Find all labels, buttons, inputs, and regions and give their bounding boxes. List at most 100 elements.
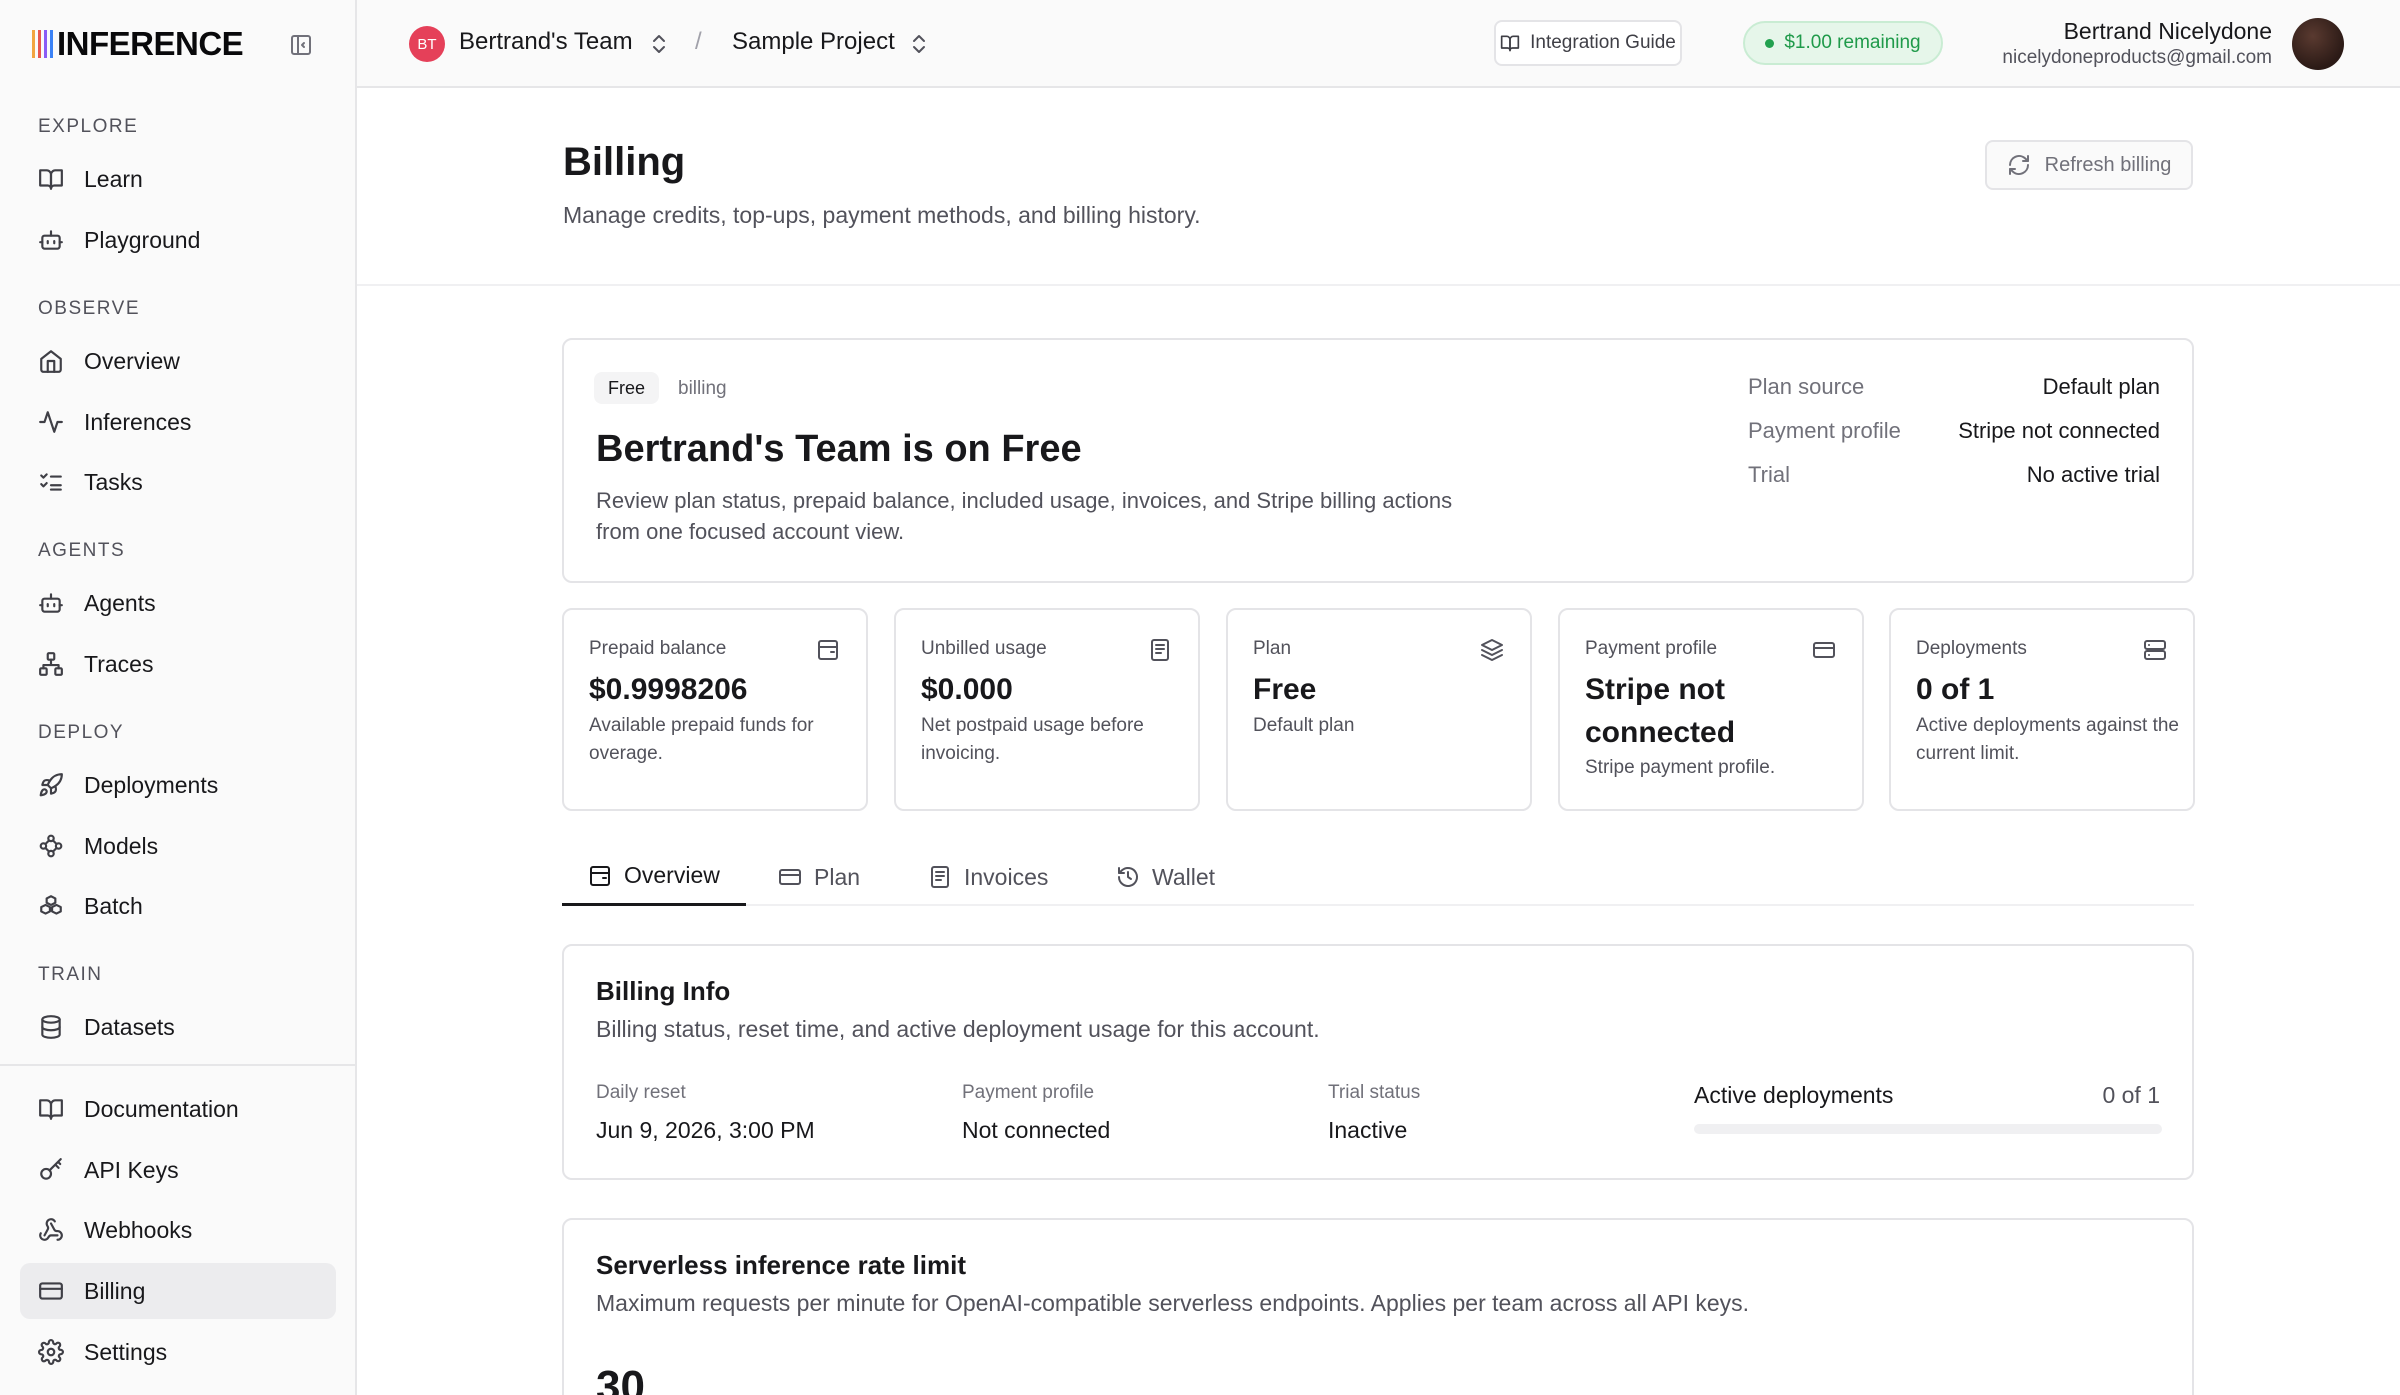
sidebar-item-api-keys[interactable]: API Keys	[20, 1142, 336, 1198]
sidebar-item-label: Inferences	[84, 408, 192, 435]
stat-value: $0.9998206	[589, 673, 748, 706]
tab-wallet[interactable]: Wallet	[1090, 848, 1241, 906]
sidebar-item-datasets[interactable]: Datasets	[20, 999, 336, 1055]
plan-source-label: Plan source	[1748, 374, 1865, 399]
page-header: Billing Manage credits, top-ups, payment…	[357, 88, 2400, 286]
user-email: nicelydoneproducts@gmail.com	[2002, 47, 2272, 68]
sidebar-item-billing[interactable]: Billing	[20, 1263, 336, 1319]
stat-label: Deployments	[1916, 638, 2027, 659]
trial-status-value: Inactive	[1328, 1117, 1408, 1143]
chevrons-up-down-icon[interactable]	[909, 32, 929, 56]
home-icon	[40, 350, 62, 373]
tab-label: Overview	[624, 862, 720, 888]
integration-guide-label: Integration Guide	[1530, 32, 1676, 53]
sidebar-item-label: Billing	[84, 1277, 146, 1304]
stat-label: Prepaid balance	[589, 638, 727, 659]
sidebar-item-label: Webhooks	[84, 1216, 193, 1243]
plan-tag-secondary: billing	[678, 378, 727, 399]
rate-limit-subtitle: Maximum requests per minute for OpenAI-c…	[596, 1290, 1750, 1316]
sidebar-item-inferences[interactable]: Inferences	[20, 394, 336, 450]
sidebar-item-settings[interactable]: Settings	[20, 1324, 336, 1380]
sidebar-item-traces[interactable]: Traces	[20, 636, 336, 692]
sidebar-item-deployments[interactable]: Deployments	[20, 757, 336, 813]
chevrons-up-down-icon[interactable]	[649, 32, 669, 56]
gear-icon	[38, 1339, 64, 1365]
billing-tabs: Overview Plan Invoices Wallet	[562, 848, 2194, 906]
sidebar-item-webhooks[interactable]: Webhooks	[20, 1202, 336, 1258]
sidebar: INFERENCE EXPLORE Learn Playground OBSER…	[0, 0, 357, 1395]
plan-summary-title: Bertrand's Team is on Free	[596, 428, 1082, 470]
stat-description: Active deployments against the current l…	[1916, 715, 2179, 764]
sidebar-item-label: Documentation	[84, 1095, 239, 1122]
status-dot-icon	[1765, 38, 1775, 48]
key-icon	[40, 1158, 62, 1180]
section-label-agents: AGENTS	[38, 540, 126, 561]
book-icon	[1500, 35, 1520, 52]
tab-label: Plan	[814, 863, 861, 890]
stat-card-deployments: Deployments 0 of 1 Active deployments ag…	[1889, 608, 2195, 811]
sidebar-item-label: Models	[84, 832, 159, 859]
team-avatar[interactable]: BT	[409, 26, 445, 62]
sidebar-item-label: Tasks	[84, 468, 143, 495]
sidebar-item-label: Settings	[84, 1338, 168, 1365]
topbar: BT Bertrand's Team / Sample Project Inte…	[357, 0, 2400, 88]
sidebar-item-models[interactable]: Models	[20, 818, 336, 874]
stat-value: Stripe not connected	[1585, 673, 1736, 749]
daily-reset-label: Daily reset	[596, 1082, 686, 1103]
section-label-deploy: DEPLOY	[38, 722, 125, 743]
trial-label: Trial	[1748, 462, 1790, 487]
tab-overview[interactable]: Overview	[562, 848, 746, 906]
sidebar-item-learn[interactable]: Learn	[20, 151, 336, 207]
sidebar-item-tasks[interactable]: Tasks	[20, 454, 336, 510]
payment-profile-label: Payment profile	[962, 1082, 1095, 1103]
panel-left-icon	[291, 35, 311, 55]
team-switcher[interactable]: Bertrand's Team	[459, 28, 633, 56]
rocket-icon	[39, 773, 63, 797]
active-deployments-label: Active deployments	[1694, 1082, 1894, 1108]
refresh-billing-label: Refresh billing	[2044, 153, 2172, 176]
stat-card-unbilled-usage: Unbilled usage $0.000 Net postpaid usage…	[894, 608, 1200, 811]
credit-card-icon	[779, 869, 801, 885]
tab-plan[interactable]: Plan	[752, 848, 886, 906]
network-icon	[39, 652, 63, 676]
sidebar-item-label: Overview	[84, 347, 180, 374]
sidebar-item-playground[interactable]: Playground	[20, 212, 336, 268]
nodes-icon	[39, 834, 63, 858]
breadcrumb-separator: /	[695, 28, 702, 55]
project-switcher[interactable]: Sample Project	[732, 28, 895, 56]
receipt-icon	[931, 866, 949, 888]
payment-profile-value: Not connected	[962, 1117, 1111, 1143]
section-label-observe: OBSERVE	[38, 298, 141, 319]
tab-invoices[interactable]: Invoices	[902, 848, 1074, 906]
brand-logo[interactable]: INFERENCE	[32, 25, 244, 62]
sidebar-item-label: Datasets	[84, 1013, 175, 1040]
active-deployments-progress	[1694, 1124, 2162, 1134]
sidebar-item-label: Batch	[84, 892, 143, 919]
sidebar-item-agents[interactable]: Agents	[20, 575, 336, 631]
logo-mark-icon	[32, 30, 53, 58]
sidebar-item-batch[interactable]: Batch	[20, 878, 336, 934]
refresh-billing-button[interactable]: Refresh billing	[1985, 140, 2193, 190]
sidebar-item-label: Playground	[84, 226, 201, 253]
sidebar-item-label: Agents	[84, 589, 156, 616]
receipt-icon	[1151, 639, 1169, 661]
stat-label: Payment profile	[1585, 638, 1718, 659]
rate-limit-value: 30	[596, 1362, 645, 1395]
section-label-explore: EXPLORE	[38, 116, 139, 137]
integration-guide-button[interactable]: Integration Guide	[1494, 20, 1682, 66]
billing-info-subtitle: Billing status, reset time, and active d…	[596, 1016, 1320, 1042]
rate-limit-card: Serverless inference rate limit Maximum …	[562, 1218, 2194, 1395]
sidebar-item-overview[interactable]: Overview	[20, 333, 336, 389]
credits-remaining-badge[interactable]: $1.00 remaining	[1743, 21, 1943, 65]
boxes-icon	[40, 895, 62, 915]
activity-icon	[39, 411, 63, 433]
plan-summary-card: Free billing Bertrand's Team is on Free …	[562, 338, 2194, 583]
user-avatar[interactable]	[2292, 18, 2344, 70]
sidebar-collapse-button[interactable]	[286, 30, 316, 60]
tab-label: Wallet	[1152, 863, 1216, 890]
sidebar-item-documentation[interactable]: Documentation	[20, 1081, 336, 1137]
stat-label: Unbilled usage	[921, 638, 1047, 659]
wallet-icon	[590, 865, 610, 886]
billing-info-card: Billing Info Billing status, reset time,…	[562, 944, 2194, 1180]
stat-description: Net postpaid usage before invoicing.	[921, 715, 1144, 764]
